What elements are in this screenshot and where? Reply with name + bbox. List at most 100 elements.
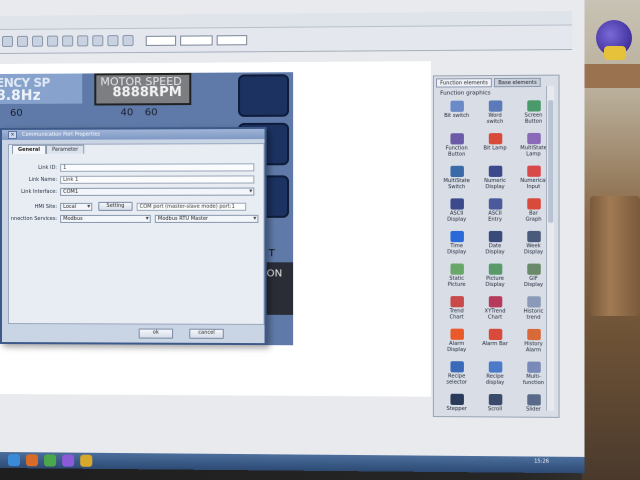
function-item[interactable]: Recipe selector <box>438 361 475 390</box>
row-connection-services: nnection Services: Modbus Modbus RTU Mas… <box>10 215 258 223</box>
scrollbar-thumb[interactable] <box>548 100 553 223</box>
multi-function-icon <box>527 362 541 373</box>
screen-button-icon <box>527 100 541 111</box>
gauge-tick-a: 40 <box>120 107 133 118</box>
link-id-label: Link ID: <box>10 165 60 171</box>
function-item[interactable]: Recipe display <box>476 361 513 390</box>
toolbar-combo-1[interactable] <box>146 35 176 45</box>
function-item-label: Recipe selector <box>446 373 467 385</box>
toolbar-button-2[interactable] <box>17 36 28 47</box>
toy-block <box>604 46 626 60</box>
link-name-field[interactable]: Link 1 <box>60 175 254 183</box>
frequency-value: 8.8Hz <box>0 88 41 104</box>
tab-general[interactable]: General <box>12 145 46 154</box>
history-alarm-icon <box>527 329 541 340</box>
function-item[interactable]: Alarm Display <box>438 329 475 358</box>
function-elements-panel: Function elements Base elements Function… <box>433 75 560 418</box>
protocol-select[interactable]: Modbus RTU Master <box>155 215 259 223</box>
time-display-icon <box>450 231 463 242</box>
function-item[interactable]: Bit Lamp <box>476 133 513 162</box>
toolbar <box>0 25 572 54</box>
function-item[interactable]: Picture Display <box>476 264 513 293</box>
gif-display-icon <box>527 264 541 275</box>
function-item-label: Static Picture <box>448 276 466 288</box>
toolbar-button-5[interactable] <box>62 35 73 46</box>
function-item[interactable]: XYTrend Chart <box>476 296 513 325</box>
bit-switch-icon <box>450 101 463 112</box>
ok-button[interactable]: ok <box>139 329 173 339</box>
function-item-label: Function Button <box>446 145 468 157</box>
function-item-label: Recipe display <box>486 374 504 386</box>
hmi-button-1[interactable] <box>238 74 289 117</box>
toolbar-button-7[interactable] <box>92 35 103 46</box>
toolbar-button-6[interactable] <box>77 35 88 46</box>
function-item-label: Bar Graph <box>526 211 542 223</box>
function-item[interactable]: Stepper <box>438 394 475 423</box>
gauge-tick-left: 60 <box>10 108 23 119</box>
toolbar-button-1[interactable] <box>2 36 13 47</box>
toolbar-button-3[interactable] <box>32 36 43 47</box>
toolbar-combo-3[interactable] <box>217 35 248 45</box>
panel-scrollbar[interactable] <box>546 86 554 411</box>
function-item[interactable]: MultiState Switch <box>438 166 475 195</box>
communication-port-dialog: Communication Port Properties × General … <box>0 127 267 345</box>
toolbar-button-9[interactable] <box>123 35 134 46</box>
recipe-display-icon <box>488 361 501 372</box>
function-item[interactable]: Bit switch <box>438 101 475 130</box>
function-item-label: XYTrend Chart <box>485 308 506 320</box>
function-item[interactable]: Static Picture <box>438 263 475 292</box>
function-item-label: Date Display <box>485 243 504 255</box>
function-item-label: MultiState Switch <box>444 178 470 190</box>
setting-button[interactable]: Setting <box>98 202 132 211</box>
numerical-input-icon <box>527 166 541 177</box>
link-name-label: Link Name: <box>10 177 60 183</box>
function-item[interactable]: Word switch <box>476 100 513 129</box>
function-button-icon <box>450 133 463 144</box>
taskbar-clock: 15:26 <box>534 459 549 465</box>
hmi-editor-icon[interactable] <box>62 455 74 467</box>
function-item[interactable]: Alarm Bar <box>476 329 513 358</box>
link-id-field[interactable]: 1 <box>60 163 254 172</box>
wooden-shelf <box>582 64 640 88</box>
function-item[interactable]: ASCII Display <box>438 198 475 227</box>
scroll-icon <box>488 394 501 405</box>
function-item[interactable]: Trend Chart <box>438 296 475 325</box>
multistate-lamp-icon <box>527 133 541 144</box>
function-item[interactable]: Date Display <box>476 231 513 260</box>
function-item[interactable]: Time Display <box>438 231 475 260</box>
function-item-label: Screen Button <box>525 112 543 124</box>
hmi-site-select[interactable]: Local <box>60 202 92 210</box>
com-port-field: COM port (master-slave mode) port:1 <box>137 202 247 210</box>
connection-services-select[interactable]: Modbus <box>60 215 151 223</box>
function-item[interactable]: Function Button <box>438 133 475 162</box>
tab-function-elements[interactable]: Function elements <box>436 78 492 87</box>
function-item-label: Slider <box>526 406 541 412</box>
function-item-label: Bit switch <box>444 113 469 119</box>
explorer-icon[interactable] <box>26 454 38 466</box>
function-item[interactable]: ASCII Entry <box>476 198 513 227</box>
function-item-label: Week Display <box>524 243 543 255</box>
trend-chart-icon <box>450 296 463 307</box>
cancel-button[interactable]: cancel <box>189 329 224 339</box>
close-icon[interactable]: × <box>8 131 17 139</box>
folder-icon[interactable] <box>80 455 92 467</box>
tab-base-elements[interactable]: Base elements <box>494 78 541 87</box>
hmi-site-label: HMI Site: <box>10 203 60 209</box>
start-icon[interactable] <box>8 454 20 466</box>
toolbar-combo-2[interactable] <box>180 35 212 45</box>
row-link-id: Link ID: 1 <box>10 163 254 172</box>
app-icon[interactable] <box>44 454 56 466</box>
row-link-interface: Link Interface: COM1 <box>10 188 254 196</box>
function-item-label: Numerical Input <box>520 178 547 190</box>
stepper-icon <box>450 394 463 405</box>
room-background <box>582 0 640 480</box>
hmi-side-text-2: ON <box>267 268 283 279</box>
function-item[interactable]: Scroll <box>476 394 513 423</box>
toolbar-button-4[interactable] <box>47 36 58 47</box>
link-interface-select[interactable]: COM1 <box>60 188 254 196</box>
tab-parameter[interactable]: Parameter <box>46 145 84 154</box>
function-item[interactable]: Numeric Display <box>476 166 513 195</box>
function-item-label: GIF Display <box>524 276 543 288</box>
function-item-label: MultiState Lamp <box>520 145 547 157</box>
toolbar-button-8[interactable] <box>107 35 118 46</box>
